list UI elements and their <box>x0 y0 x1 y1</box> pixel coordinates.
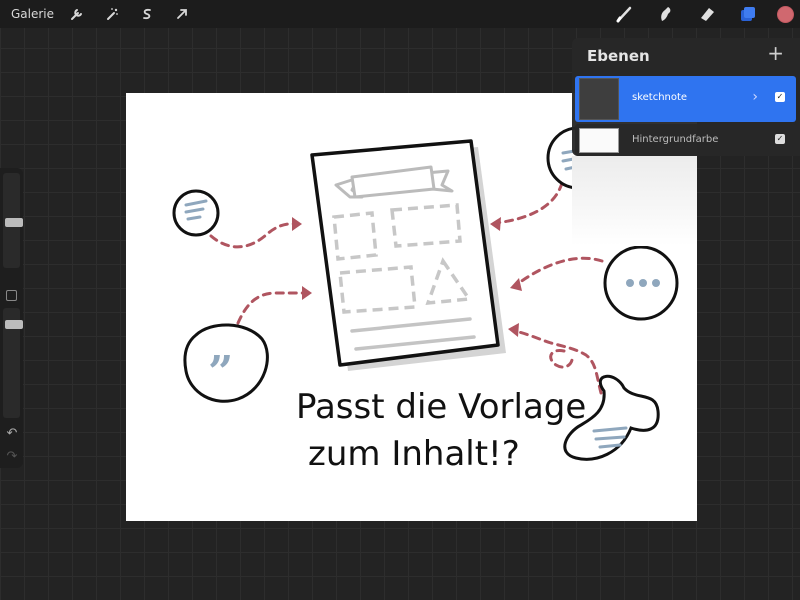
layer-name: Hintergrundfarbe <box>632 134 719 145</box>
gallery-button[interactable]: Galerie <box>11 7 54 21</box>
ellipsis-dots <box>626 279 660 287</box>
top-toolbar: Galerie <box>0 0 800 28</box>
redo-icon[interactable]: ↷ <box>4 449 20 465</box>
brush-icon[interactable] <box>612 1 638 27</box>
brush-size-thumb[interactable] <box>5 218 23 227</box>
handwritten-line-1: Passt die Vorlage <box>296 387 586 427</box>
layer-thumbnail <box>579 128 619 153</box>
layers-panel: Ebenen + sketchnote › ✓ Hintergrundfarbe… <box>572 38 800 156</box>
chevron-right-icon[interactable]: › <box>752 89 758 105</box>
eraser-icon[interactable] <box>694 1 720 27</box>
layer-thumbnail <box>579 78 619 120</box>
smudge-icon[interactable] <box>653 1 679 27</box>
canvas-corner-fade <box>572 156 697 246</box>
opacity-thumb[interactable] <box>5 320 23 329</box>
selection-icon[interactable] <box>136 3 158 25</box>
modify-button[interactable] <box>6 290 17 301</box>
layers-title: Ebenen <box>587 47 650 65</box>
add-layer-button[interactable]: + <box>767 43 784 63</box>
handwritten-line-2: zum Inhalt!? <box>308 434 520 474</box>
transform-arrow-icon[interactable] <box>171 3 193 25</box>
quote-mark: ” <box>208 347 233 398</box>
layer-name: sketchnote <box>632 92 688 103</box>
color-picker-button[interactable] <box>777 5 794 23</box>
wrench-icon[interactable] <box>66 3 88 25</box>
brush-size-slider[interactable] <box>3 173 23 268</box>
text-bubble-left <box>172 189 220 237</box>
opacity-slider[interactable] <box>3 308 23 418</box>
visibility-checkbox[interactable]: ✓ <box>775 92 785 102</box>
visibility-checkbox[interactable]: ✓ <box>775 134 785 144</box>
layer-row-background[interactable]: Hintergrundfarbe ✓ <box>575 124 796 156</box>
undo-icon[interactable]: ↶ <box>4 426 20 442</box>
layer-row-sketchnote[interactable]: sketchnote › ✓ <box>575 76 796 122</box>
left-sidebar: ↶ ↷ <box>0 168 23 468</box>
magic-wand-icon[interactable] <box>101 3 123 25</box>
layers-icon[interactable] <box>735 1 761 27</box>
